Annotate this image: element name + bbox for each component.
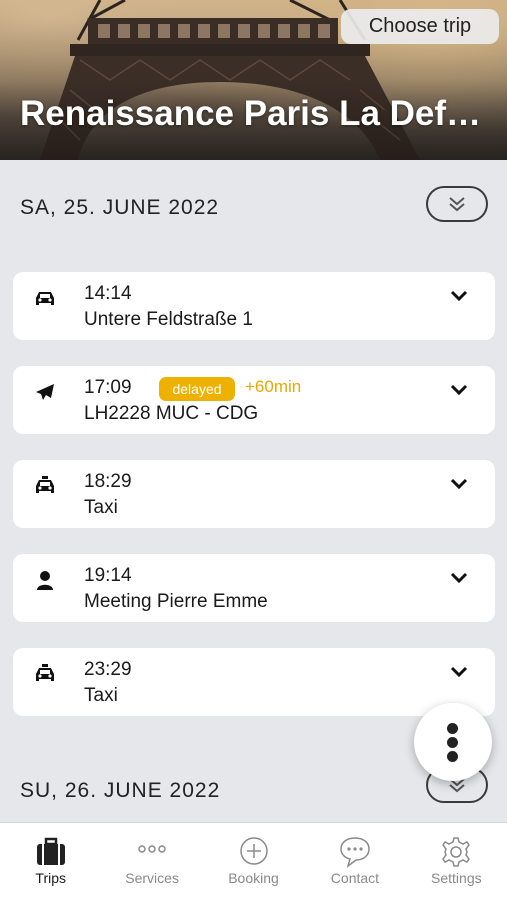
- dot: [447, 737, 458, 748]
- event-card-transfer[interactable]: 14:14 Untere Feldstraße 1: [13, 272, 495, 340]
- nav-item-services[interactable]: Services: [101, 823, 202, 900]
- nav-item-settings[interactable]: Settings: [406, 823, 507, 900]
- nav-label: Settings: [431, 870, 482, 886]
- event-description: Taxi: [84, 685, 118, 706]
- nav-label: Booking: [228, 870, 279, 886]
- double-chevron-down-icon: [449, 197, 465, 212]
- chevron-down-icon[interactable]: [449, 571, 469, 585]
- bottom-nav: Trips Services Booking Contact Settings: [0, 822, 507, 900]
- nav-item-booking[interactable]: Booking: [203, 823, 304, 900]
- taxi-icon: [36, 476, 54, 493]
- event-card-flight[interactable]: 17:09 delayed +60min LH2228 MUC - CDG: [13, 366, 495, 434]
- hotel-title: Renaissance Paris La Def…: [20, 94, 482, 133]
- event-description: LH2228 MUC - CDG: [84, 403, 259, 424]
- dot: [447, 723, 458, 734]
- event-card-taxi[interactable]: 23:29 Taxi: [13, 648, 495, 716]
- dot: [447, 751, 458, 762]
- chevron-down-icon[interactable]: [449, 665, 469, 679]
- delay-text: +60min: [245, 377, 302, 396]
- choose-trip-button[interactable]: Choose trip: [341, 9, 499, 44]
- chevron-down-icon[interactable]: [449, 289, 469, 303]
- event-time: 23:29: [84, 659, 132, 680]
- plus-circle-icon: [239, 837, 268, 865]
- chevron-down-icon[interactable]: [449, 477, 469, 491]
- chevron-down-icon[interactable]: [449, 383, 469, 397]
- day-header-date: SA, 25. JUNE 2022: [20, 196, 220, 219]
- trip-header: Choose trip Renaissance Paris La Def…: [0, 0, 507, 160]
- dots-icon: [138, 845, 166, 853]
- event-time: 17:09: [84, 377, 132, 398]
- airplane-icon: [36, 384, 54, 400]
- event-time: 14:14: [84, 283, 132, 304]
- taxi-icon: [36, 664, 54, 681]
- car-icon: [36, 292, 54, 305]
- event-time: 18:29: [84, 471, 132, 492]
- suitcase-icon: [36, 837, 65, 865]
- event-card-meeting[interactable]: 19:14 Meeting Pierre Emme: [13, 554, 495, 622]
- gear-icon: [442, 837, 471, 867]
- day-header-date: SU, 26. JUNE 2022: [20, 779, 221, 802]
- nav-label: Contact: [330, 870, 380, 886]
- event-time: 19:14: [84, 565, 132, 586]
- person-icon: [37, 571, 53, 590]
- chat-bubble-icon: [340, 837, 370, 868]
- nav-label: Trips: [35, 870, 66, 886]
- event-description: Meeting Pierre Emme: [84, 591, 268, 612]
- nav-item-trips[interactable]: Trips: [0, 823, 101, 900]
- collapse-day-button[interactable]: [426, 186, 488, 222]
- nav-item-contact[interactable]: Contact: [304, 823, 405, 900]
- nav-label: Services: [125, 870, 179, 886]
- event-description: Untere Feldstraße 1: [84, 309, 253, 330]
- more-options-button[interactable]: [414, 703, 492, 781]
- event-card-taxi[interactable]: 18:29 Taxi: [13, 460, 495, 528]
- status-badge: delayed: [159, 377, 235, 401]
- event-description: Taxi: [84, 497, 118, 518]
